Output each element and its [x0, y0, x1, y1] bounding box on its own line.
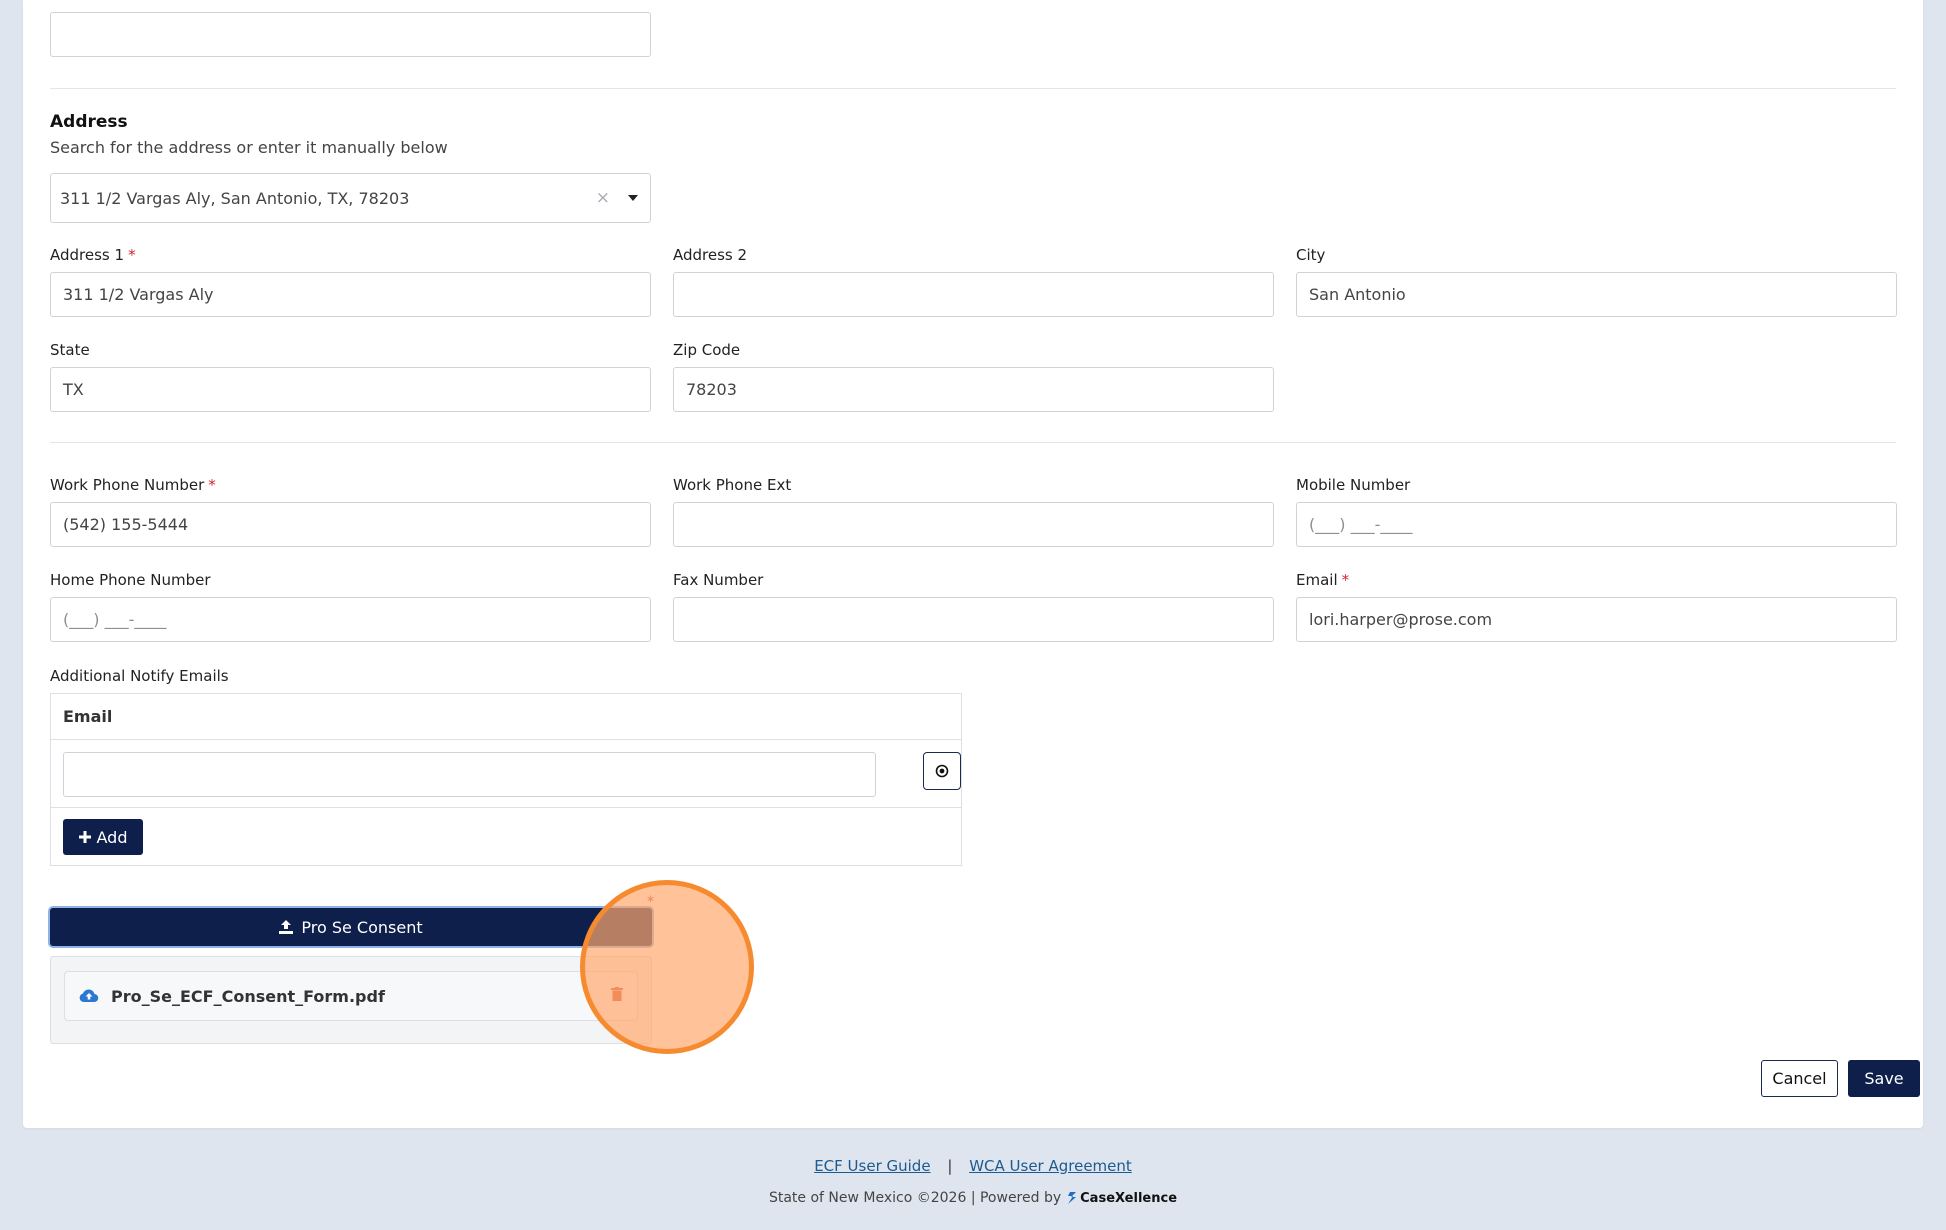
- table-row: [51, 740, 961, 808]
- uploaded-file-name: Pro_Se_ECF_Consent_Form.pdf: [111, 986, 385, 1006]
- footer-separator: |: [947, 1157, 953, 1175]
- casexellence-logo-icon: [1068, 1192, 1077, 1204]
- work-phone-input[interactable]: (542) 155-5444: [50, 502, 651, 547]
- uploaded-files-box: Pro_Se_ECF_Consent_Form.pdf: [50, 956, 652, 1044]
- email-input[interactable]: lori.harper@prose.com: [1296, 597, 1897, 642]
- cloud-upload-icon: [79, 989, 99, 1003]
- mobile-label: Mobile Number: [1296, 476, 1411, 494]
- required-marker: *: [208, 476, 216, 494]
- clear-icon[interactable]: ×: [596, 188, 610, 208]
- chevron-down-icon[interactable]: [628, 195, 638, 201]
- required-marker: *: [1341, 571, 1350, 589]
- notify-email-input[interactable]: [63, 752, 876, 797]
- divider: [50, 442, 1896, 443]
- brand-logo: CaseXellence: [1067, 1191, 1177, 1206]
- address1-label: Address 1 *: [50, 246, 136, 264]
- wca-user-agreement-link[interactable]: WCA User Agreement: [969, 1157, 1132, 1175]
- add-email-button[interactable]: Add: [63, 819, 143, 855]
- footer-links: ECF User Guide | WCA User Agreement: [0, 1157, 1946, 1175]
- state-input[interactable]: TX: [50, 367, 651, 412]
- address-search-select[interactable]: 311 1/2 Vargas Aly, San Antonio, TX, 782…: [50, 173, 651, 223]
- address-search-value: 311 1/2 Vargas Aly, San Antonio, TX, 782…: [60, 188, 410, 208]
- ecf-user-guide-link[interactable]: ECF User Guide: [814, 1157, 930, 1175]
- email-label-text: Email: [1296, 571, 1338, 589]
- footer-copyright: State of New Mexico ©2026 | Powered by C…: [0, 1190, 1946, 1206]
- work-ext-label: Work Phone Ext: [673, 476, 792, 494]
- state-label: State: [50, 341, 90, 359]
- save-button[interactable]: Save: [1848, 1060, 1920, 1097]
- email-label: Email *: [1296, 571, 1349, 589]
- pro-se-consent-label: Pro Se Consent: [301, 917, 423, 937]
- divider: [50, 88, 1896, 89]
- notify-emails-label: Additional Notify Emails: [50, 667, 229, 685]
- address-section-subtitle: Search for the address or enter it manua…: [50, 138, 448, 157]
- required-marker: *: [647, 894, 654, 910]
- mobile-input[interactable]: (___) ___-____: [1296, 502, 1897, 547]
- address1-input[interactable]: 311 1/2 Vargas Aly: [50, 272, 651, 317]
- upload-icon: [279, 920, 294, 934]
- copyright-text: State of New Mexico ©2026 | Powered by: [768, 1190, 1062, 1206]
- city-label: City: [1296, 246, 1326, 264]
- home-phone-label: Home Phone Number: [50, 571, 211, 589]
- zip-label: Zip Code: [673, 341, 741, 359]
- form-card: Address Search for the address or enter …: [23, 0, 1923, 1128]
- fax-label: Fax Number: [673, 571, 764, 589]
- work-ext-input[interactable]: [673, 502, 1274, 547]
- brand-name: CaseXellence: [1080, 1190, 1178, 1206]
- required-marker: *: [128, 246, 136, 264]
- address1-label-text: Address 1: [50, 246, 125, 264]
- fax-input[interactable]: [673, 597, 1274, 642]
- work-phone-label-text: Work Phone Number: [50, 476, 205, 494]
- add-email-label: Add: [96, 827, 128, 847]
- remove-circle-icon: [935, 764, 949, 778]
- address2-label: Address 2: [673, 246, 748, 264]
- uploaded-file-item: Pro_Se_ECF_Consent_Form.pdf: [64, 971, 638, 1021]
- city-input[interactable]: San Antonio: [1296, 272, 1897, 317]
- plus-icon: [78, 831, 91, 843]
- zip-input[interactable]: 78203: [673, 367, 1274, 412]
- notify-emails-table: Email Add: [50, 693, 962, 866]
- pro-se-consent-upload-button[interactable]: Pro Se Consent: [50, 908, 652, 946]
- work-phone-label: Work Phone Number *: [50, 476, 216, 494]
- trash-icon[interactable]: [611, 987, 623, 1001]
- previous-field-input[interactable]: [50, 12, 651, 57]
- address2-input[interactable]: [673, 272, 1274, 317]
- cancel-button[interactable]: Cancel: [1761, 1060, 1838, 1097]
- address-section-title: Address: [50, 112, 128, 132]
- remove-email-button[interactable]: [923, 752, 961, 790]
- home-phone-input[interactable]: (___) ___-____: [50, 597, 651, 642]
- notify-email-column-header: Email: [51, 694, 961, 740]
